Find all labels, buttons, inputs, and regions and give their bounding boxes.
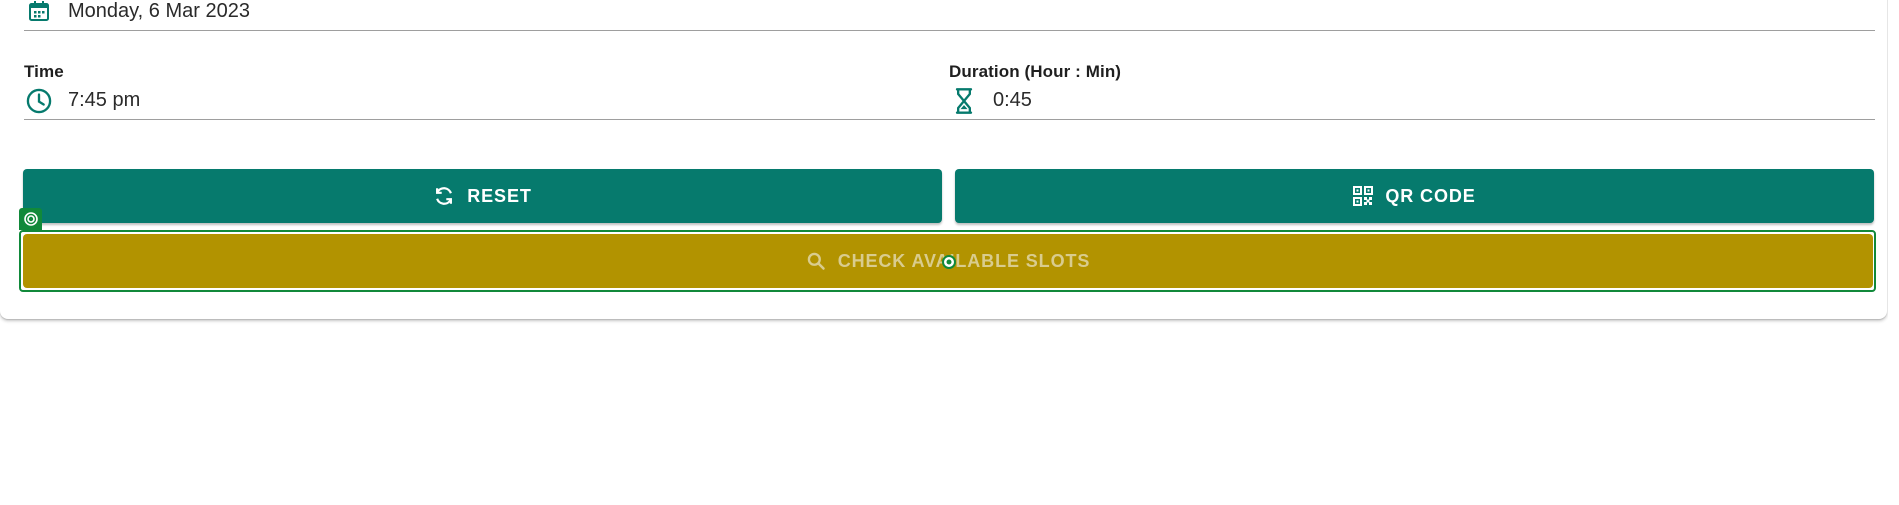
page-right-edge [1888, 0, 1899, 505]
click-target-marker-icon [942, 255, 956, 269]
refresh-icon [433, 185, 455, 207]
date-value[interactable]: Monday, 6 Mar 2023 [68, 0, 250, 23]
clock-icon [24, 86, 54, 116]
duration-input-row[interactable]: 0:45 [949, 82, 1875, 120]
search-icon [806, 251, 826, 271]
duration-label: Duration (Hour : Min) [949, 62, 1122, 81]
time-input-row[interactable]: 7:45 pm [24, 82, 949, 120]
date-field[interactable]: Monday, 6 Mar 2023 [24, 0, 1875, 31]
time-value[interactable]: 7:45 pm [68, 89, 140, 112]
qr-code-button[interactable]: QR CODE [955, 169, 1874, 223]
hourglass-icon [949, 86, 979, 116]
duration-field[interactable]: Duration (Hour : Min) 0:45 [949, 62, 1875, 120]
qr-code-button-label: QR CODE [1385, 185, 1476, 206]
qr-code-icon [1353, 186, 1374, 206]
time-field[interactable]: Time 7:45 pm [24, 62, 949, 120]
reset-button[interactable]: RESET [23, 169, 942, 223]
calendar-icon [24, 0, 54, 26]
reset-button-label: RESET [467, 185, 532, 206]
time-label: Time [24, 62, 64, 81]
date-input-row[interactable]: Monday, 6 Mar 2023 [24, 0, 1875, 31]
duration-value[interactable]: 0:45 [993, 89, 1032, 112]
target-marker-icon [19, 208, 42, 230]
booking-page: Monday, 6 Mar 2023 Time 7:45 pm Duration… [0, 0, 1899, 505]
check-available-slots-label: CHECK AVAILABLE SLOTS [837, 250, 1091, 271]
